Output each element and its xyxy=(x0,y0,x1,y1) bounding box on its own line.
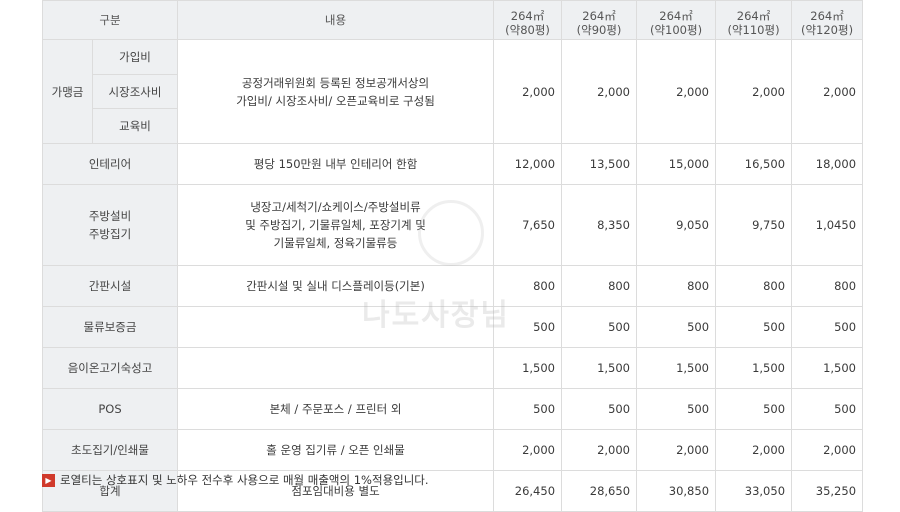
row-value: 18,000 xyxy=(791,143,864,185)
row-value: 7,650 xyxy=(493,184,563,266)
row-label: 간판시설 xyxy=(41,265,179,307)
row-value: 2,000 xyxy=(791,429,864,471)
table-row: 음이온고기숙성고 1,500 1,500 1,500 1,500 1,500 xyxy=(41,347,864,389)
membership-value-5: 2,000 xyxy=(791,39,864,144)
row-desc xyxy=(177,306,495,348)
cost-table-container: 구분 내용 264㎡ (약80평) 264㎡ (약90평) 264㎡ (약100평) … xyxy=(41,0,864,512)
row-value: 500 xyxy=(561,306,638,348)
row-value: 28,650 xyxy=(561,470,638,512)
row-value: 9,750 xyxy=(715,184,793,266)
membership-desc: 공정거래위원회 등록된 정보공개서상의 가입비/ 시장조사비/ 오픈교육비로 구성… xyxy=(177,39,495,144)
notes-section: ▶ 로열티는 상호표지 및 노하우 전수후 사용으로 매월 매출액의 1%적용입… xyxy=(42,470,429,490)
row-desc: 간판시설 및 실내 디스플레이등(기본) xyxy=(177,265,495,307)
row-value: 9,050 xyxy=(636,184,717,266)
row-value: 500 xyxy=(715,388,793,430)
row-label: 인테리어 xyxy=(41,143,179,185)
row-value: 2,000 xyxy=(715,429,793,471)
row-value: 500 xyxy=(791,306,864,348)
membership-sub-1: 가입비 xyxy=(91,39,179,75)
header-size-5: 264㎡ (약120평) xyxy=(791,0,864,40)
row-value: 800 xyxy=(791,265,864,307)
table-row: 간판시설 간판시설 및 실내 디스플레이등(기본) 800 800 800 800 800 xyxy=(41,265,864,307)
row-value: 2,000 xyxy=(636,429,717,471)
row-value: 1,500 xyxy=(791,347,864,389)
row-value: 1,500 xyxy=(636,347,717,389)
membership-label: 가맹금 xyxy=(42,39,93,144)
table-row: 가맹금 가입비 공정거래위원회 등록된 정보공개서상의 가입비/ 시장조사비/ 오… xyxy=(42,39,864,144)
row-value: 500 xyxy=(636,388,717,430)
table-row: 인테리어 평당 150만원 내부 인테리어 한함 12,000 13,500 15,00… xyxy=(41,143,864,185)
row-desc: 홀 운영 집기류 / 오픈 인쇄물 xyxy=(177,429,495,471)
row-value: 1,500 xyxy=(561,347,638,389)
row-value: 1,500 xyxy=(493,347,563,389)
row-label: 주방설비 주방집기 xyxy=(41,184,179,266)
row-value: 500 xyxy=(715,306,793,348)
header-size-2: 264㎡ (약90평) xyxy=(561,0,638,40)
header-size-4: 264㎡ (약110평) xyxy=(715,0,793,40)
row-value: 13,500 xyxy=(561,143,638,185)
row-desc xyxy=(177,347,495,389)
row-label: 음이온고기숙성고 xyxy=(41,347,179,389)
row-value: 12,000 xyxy=(493,143,563,185)
table-row: 초도집기/인쇄물 홀 운영 집기류 / 오픈 인쇄물 2,000 2,000 2,000… xyxy=(41,429,864,471)
row-value: 16,500 xyxy=(715,143,793,185)
row-value: 30,850 xyxy=(636,470,717,512)
row-value: 2,000 xyxy=(493,429,563,471)
membership-value-3: 2,000 xyxy=(636,39,717,144)
row-value: 800 xyxy=(636,265,717,307)
row-value: 33,050 xyxy=(715,470,793,512)
row-value: 26,450 xyxy=(493,470,563,512)
table-row: 물류보증금 500 500 500 500 500 xyxy=(41,306,864,348)
header-row: 구분 내용 264㎡ (약80평) 264㎡ (약90평) 264㎡ (약100평) … xyxy=(41,0,864,40)
row-value: 500 xyxy=(493,306,563,348)
row-value: 35,250 xyxy=(791,470,864,512)
note-item: ▶ 로열티는 상호표지 및 노하우 전수후 사용으로 매월 매출액의 1%적용입… xyxy=(42,470,429,490)
row-value: 1,500 xyxy=(715,347,793,389)
row-value: 8,350 xyxy=(561,184,638,266)
row-value: 1,0450 xyxy=(791,184,864,266)
arrow-right-icon: ▶ xyxy=(42,473,55,487)
row-value: 800 xyxy=(561,265,638,307)
header-size-3: 264㎡ (약100평) xyxy=(636,0,717,40)
table-row: 주방설비 주방집기 냉장고/세척기/쇼케이스/주방설비류 및 주방집기, 기물류일… xyxy=(41,184,864,266)
header-category: 구분 xyxy=(41,0,179,40)
row-value: 800 xyxy=(493,265,563,307)
row-value: 500 xyxy=(561,388,638,430)
row-label: POS xyxy=(41,388,179,430)
row-value: 500 xyxy=(636,306,717,348)
membership-sub-3: 교육비 xyxy=(91,108,179,144)
row-desc: 본체 / 주문포스 / 프린터 외 xyxy=(177,388,495,430)
header-size-1: 264㎡ (약80평) xyxy=(493,0,563,40)
row-value: 500 xyxy=(791,388,864,430)
note-text: 로열티는 상호표지 및 노하우 전수후 사용으로 매월 매출액의 1%적용입니다… xyxy=(60,473,429,487)
membership-value-2: 2,000 xyxy=(561,39,638,144)
row-label: 초도집기/인쇄물 xyxy=(41,429,179,471)
row-desc: 냉장고/세척기/쇼케이스/주방설비류 및 주방집기, 기물류일체, 포장기계 및… xyxy=(177,184,495,266)
membership-value-4: 2,000 xyxy=(715,39,793,144)
row-label: 물류보증금 xyxy=(41,306,179,348)
row-value: 500 xyxy=(493,388,563,430)
row-value: 2,000 xyxy=(561,429,638,471)
row-desc: 평당 150만원 내부 인테리어 한함 xyxy=(177,143,495,185)
table-row: POS 본체 / 주문포스 / 프린터 외 500 500 500 500 500 xyxy=(41,388,864,430)
row-value: 15,000 xyxy=(636,143,717,185)
row-value: 800 xyxy=(715,265,793,307)
membership-value-1: 2,000 xyxy=(493,39,563,144)
membership-sub-2: 시장조사비 xyxy=(91,74,179,109)
header-content: 내용 xyxy=(177,0,495,40)
startup-cost-table: 구분 내용 264㎡ (약80평) 264㎡ (약90평) 264㎡ (약100평) … xyxy=(41,0,864,512)
